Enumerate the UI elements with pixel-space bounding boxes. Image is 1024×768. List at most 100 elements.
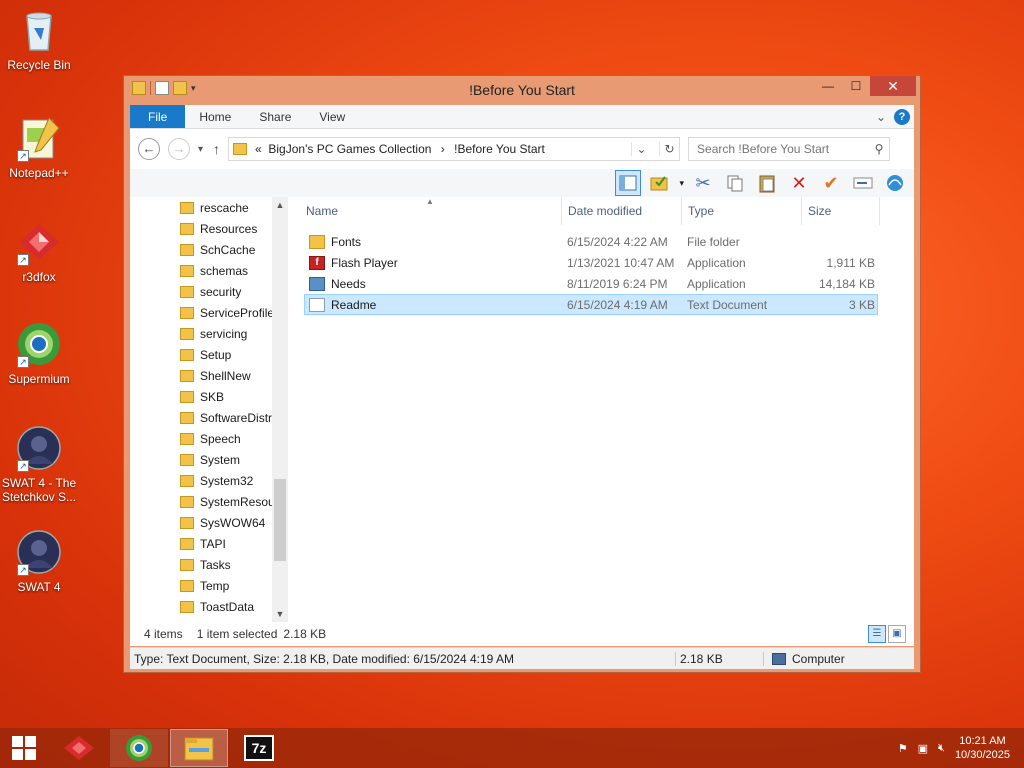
nav-item[interactable]: Temp bbox=[130, 575, 272, 596]
minimize-button[interactable]: — bbox=[814, 76, 842, 96]
nav-item[interactable]: SKB bbox=[130, 386, 272, 407]
tab-file[interactable]: File bbox=[130, 105, 186, 128]
paste-icon[interactable] bbox=[754, 170, 780, 196]
check-icon[interactable]: ✔ bbox=[818, 170, 844, 196]
file-row-flash-player[interactable]: f Flash Player 1/13/2021 10:47 AM Applica… bbox=[304, 252, 878, 273]
folder-icon bbox=[180, 411, 194, 424]
up-button[interactable]: ↑ bbox=[213, 141, 220, 157]
search-icon[interactable]: ⚲ bbox=[869, 142, 889, 156]
nav-item[interactable]: schemas bbox=[130, 260, 272, 281]
address-bar[interactable]: « BigJon's PC Games Collection › !Before… bbox=[228, 137, 681, 161]
nav-item[interactable]: rescache bbox=[130, 197, 272, 218]
nav-item[interactable]: SysWOW64 bbox=[130, 512, 272, 533]
nav-item[interactable]: Setup bbox=[130, 344, 272, 365]
copy-icon[interactable] bbox=[722, 170, 748, 196]
maximize-button[interactable]: ☐ bbox=[842, 76, 870, 96]
options-dropdown-icon[interactable]: ▾ bbox=[679, 178, 684, 189]
nav-item[interactable]: SoftwareDistribution bbox=[130, 407, 272, 428]
large-icons-view-icon[interactable]: ▣ bbox=[888, 625, 906, 643]
folder-icon bbox=[180, 558, 194, 571]
title-bar[interactable]: ▾ !Before You Start — ☐ ✕ bbox=[124, 76, 920, 105]
nav-item[interactable]: System bbox=[130, 449, 272, 470]
folder-icon bbox=[233, 143, 248, 155]
taskbar-file-explorer[interactable] bbox=[170, 729, 228, 767]
help-icon[interactable]: ? bbox=[894, 108, 910, 125]
file-row-needs[interactable]: Needs 8/11/2019 6:24 PM Application 14,1… bbox=[304, 273, 878, 294]
search-box[interactable]: ⚲ bbox=[688, 137, 891, 161]
nav-item[interactable]: ToastData bbox=[130, 596, 272, 617]
folder-icon bbox=[180, 327, 194, 340]
rename-icon[interactable] bbox=[850, 170, 876, 196]
desktop-icon-r3dfox[interactable]: ↗ r3dfox bbox=[0, 218, 78, 284]
nav-item[interactable]: SchCache bbox=[130, 239, 272, 260]
nav-item[interactable]: Tasks bbox=[130, 554, 272, 575]
search-input[interactable] bbox=[697, 142, 870, 156]
nav-item[interactable]: TAPI bbox=[130, 533, 272, 554]
desktop-icon-swat4[interactable]: ↗ SWAT 4 bbox=[0, 528, 78, 594]
back-button[interactable]: ← bbox=[138, 138, 160, 160]
desktop-icon-notepadpp[interactable]: ↗ Notepad++ bbox=[0, 114, 78, 180]
flash-player-icon: f bbox=[309, 255, 325, 270]
taskbar-7zip[interactable]: 7z bbox=[230, 729, 288, 767]
folder-icon bbox=[309, 234, 325, 249]
refresh-icon[interactable]: ↻ bbox=[659, 142, 679, 156]
cut-icon[interactable]: ✂ bbox=[690, 170, 716, 196]
file-row-fonts[interactable]: Fonts 6/15/2024 4:22 AM File folder bbox=[304, 231, 878, 252]
column-date-modified[interactable]: Date modified bbox=[562, 197, 682, 225]
preview-pane-icon[interactable] bbox=[615, 170, 642, 196]
folder-options-icon[interactable] bbox=[647, 170, 673, 196]
folder-icon bbox=[180, 348, 194, 361]
scrollbar-thumb[interactable] bbox=[274, 479, 286, 561]
nav-item[interactable]: ServiceProfiles bbox=[130, 302, 272, 323]
start-button[interactable] bbox=[0, 728, 48, 768]
desktop-icon-swat4-expansion[interactable]: ↗ SWAT 4 - The Stetchkov S... bbox=[0, 424, 78, 504]
breadcrumb-item[interactable]: !Before You Start bbox=[454, 142, 545, 156]
scroll-up-icon[interactable]: ▲ bbox=[272, 197, 288, 213]
desktop-icon-recycle-bin[interactable]: Recycle Bin bbox=[0, 6, 78, 72]
nav-scrollbar[interactable]: ▲ ▼ bbox=[272, 197, 288, 622]
desktop-icon-supermium[interactable]: ↗ Supermium bbox=[0, 320, 78, 386]
desktop-icon-label: Supermium bbox=[8, 372, 70, 386]
delete-icon[interactable]: ✕ bbox=[786, 170, 812, 196]
address-dropdown-icon[interactable]: ⌄ bbox=[631, 142, 651, 156]
file-row-readme[interactable]: Readme 6/15/2024 4:19 AM Text Document 3… bbox=[304, 294, 878, 315]
network-shell-icon[interactable] bbox=[882, 170, 908, 196]
tab-home[interactable]: Home bbox=[185, 105, 245, 128]
nav-item[interactable]: SystemResources bbox=[130, 491, 272, 512]
nav-item[interactable]: Speech bbox=[130, 428, 272, 449]
column-type[interactable]: Type bbox=[682, 197, 802, 225]
column-size[interactable]: Size bbox=[802, 197, 880, 225]
details-view-icon[interactable]: ☰ bbox=[868, 625, 886, 643]
expand-ribbon-icon[interactable]: ⌄ bbox=[876, 110, 886, 124]
close-button[interactable]: ✕ bbox=[870, 76, 916, 96]
taskbar-supermium[interactable] bbox=[110, 729, 168, 767]
clock[interactable]: 10:21 AM 10/30/2025 bbox=[955, 734, 1010, 762]
recent-locations-icon[interactable]: ▾ bbox=[198, 144, 203, 155]
scroll-down-icon[interactable]: ▼ bbox=[272, 606, 288, 622]
nav-item[interactable]: ShellNew bbox=[130, 365, 272, 386]
computer-icon bbox=[772, 652, 786, 665]
status-location: Computer bbox=[792, 651, 845, 666]
breadcrumb-overflow[interactable]: « bbox=[255, 142, 262, 156]
tab-share[interactable]: Share bbox=[245, 105, 305, 128]
nav-item[interactable]: Resources bbox=[130, 218, 272, 239]
folder-icon bbox=[180, 390, 194, 403]
clock-date: 10/30/2025 bbox=[954, 749, 1010, 761]
r3dfox-icon: ↗ bbox=[15, 218, 63, 266]
nav-item[interactable]: security bbox=[130, 281, 272, 302]
folder-icon bbox=[180, 369, 194, 382]
breadcrumb-separator[interactable]: › bbox=[441, 142, 445, 156]
forward-button[interactable]: → bbox=[168, 138, 190, 160]
tab-view[interactable]: View bbox=[305, 105, 359, 128]
nav-item[interactable]: System32 bbox=[130, 470, 272, 491]
clock-time: 10:21 AM bbox=[959, 735, 1006, 747]
network-icon[interactable]: ▣ bbox=[918, 742, 928, 755]
breadcrumb-item[interactable]: BigJon's PC Games Collection bbox=[268, 142, 431, 156]
action-center-flag-icon[interactable]: ⚑ bbox=[898, 742, 908, 755]
content-area: rescache Resources SchCache schemas secu… bbox=[130, 197, 914, 622]
application-icon bbox=[309, 276, 325, 291]
nav-item[interactable]: servicing bbox=[130, 323, 272, 344]
volume-muted-icon[interactable]: 🔇︎ bbox=[938, 742, 945, 755]
taskbar-r3dfox[interactable] bbox=[50, 729, 108, 767]
folder-icon bbox=[180, 432, 194, 445]
